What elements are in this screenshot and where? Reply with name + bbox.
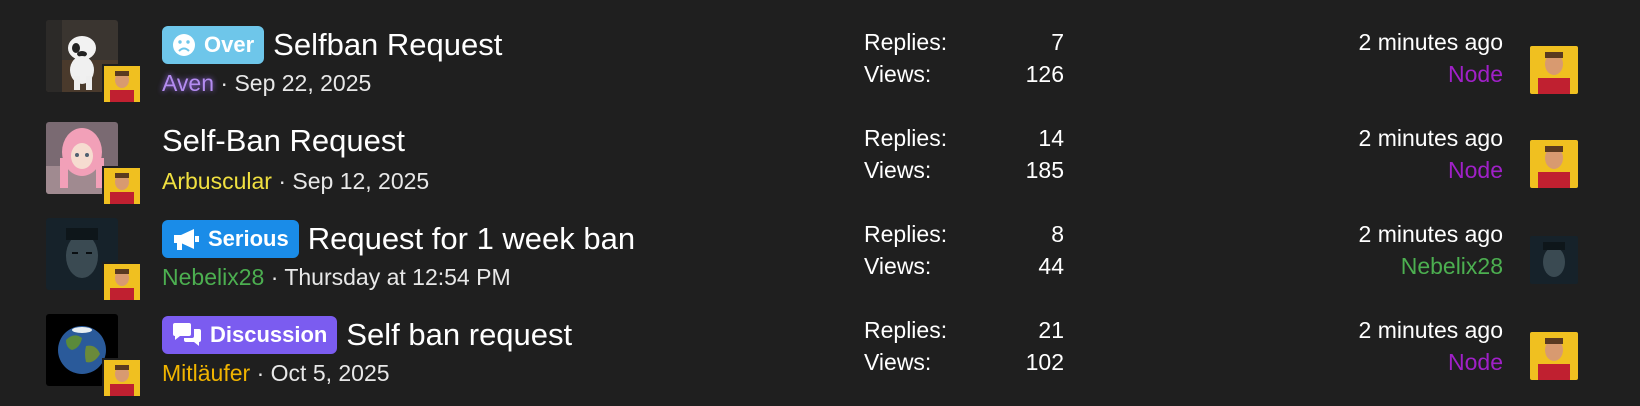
prefix-label: Serious bbox=[208, 226, 289, 251]
author-name[interactable]: Aven bbox=[162, 70, 214, 96]
author-name[interactable]: Arbuscular bbox=[162, 168, 272, 194]
thread-title-line: Over Selfban Request bbox=[162, 24, 502, 66]
views-count: 102 bbox=[1025, 349, 1064, 375]
start-date[interactable]: · Sep 22, 2025 bbox=[220, 70, 371, 96]
latest-post: 2 minutes ago Node bbox=[1359, 122, 1503, 186]
thread-row: Self-Ban Request Arbuscular · Sep 12, 20… bbox=[0, 96, 1640, 206]
thread-title[interactable]: Self-Ban Request bbox=[162, 123, 405, 159]
views-count: 126 bbox=[1025, 61, 1064, 87]
start-date[interactable]: · Thursday at 12:54 PM bbox=[271, 264, 511, 290]
thread-meta: Arbuscular · Sep 12, 2025 bbox=[162, 168, 429, 195]
replies-count: 21 bbox=[1038, 317, 1064, 343]
latest-time[interactable]: 2 minutes ago bbox=[1359, 314, 1503, 346]
latest-user-avatar[interactable] bbox=[1530, 236, 1578, 284]
author-name[interactable]: Mitläufer bbox=[162, 360, 250, 386]
thread-stats: Replies: 8 Views: 44 bbox=[864, 218, 1064, 282]
megaphone-icon bbox=[174, 229, 199, 250]
thread-title[interactable]: Request for 1 week ban bbox=[308, 221, 635, 257]
thread-title-line: Self-Ban Request bbox=[162, 120, 405, 162]
latest-time[interactable]: 2 minutes ago bbox=[1359, 218, 1503, 250]
latest-post: 2 minutes ago Node bbox=[1359, 26, 1503, 90]
thread-meta: Nebelix28 · Thursday at 12:54 PM bbox=[162, 264, 511, 291]
start-date[interactable]: · Oct 5, 2025 bbox=[257, 360, 390, 386]
thread-title-line: Serious Request for 1 week ban bbox=[162, 218, 635, 260]
latest-user[interactable]: Node bbox=[1359, 58, 1503, 90]
author-name[interactable]: Nebelix28 bbox=[162, 264, 264, 290]
views-label: Views: bbox=[864, 253, 932, 279]
views-label: Views: bbox=[864, 157, 932, 183]
replies-count: 8 bbox=[1051, 221, 1064, 247]
thread-title[interactable]: Selfban Request bbox=[273, 27, 502, 63]
latest-post: 2 minutes ago Node bbox=[1359, 314, 1503, 378]
prefix-badge[interactable]: Discussion bbox=[162, 316, 338, 354]
prefix-label: Over bbox=[204, 32, 255, 57]
thread-stats: Replies: 21 Views: 102 bbox=[864, 314, 1064, 378]
last-poster-mini-avatar[interactable] bbox=[102, 358, 142, 398]
latest-user[interactable]: Nebelix28 bbox=[1359, 250, 1503, 282]
start-date[interactable]: · Sep 12, 2025 bbox=[278, 168, 429, 194]
thread-row: Over Selfban Request Aven · Sep 22, 2025… bbox=[0, 0, 1640, 104]
thread-row: Serious Request for 1 week ban Nebelix28… bbox=[0, 192, 1640, 302]
frown-face-icon bbox=[173, 34, 195, 56]
prefix-badge[interactable]: Serious bbox=[162, 220, 299, 258]
latest-user-avatar[interactable] bbox=[1530, 332, 1578, 380]
replies-label: Replies: bbox=[864, 125, 948, 151]
replies-count: 14 bbox=[1038, 125, 1064, 151]
prefix-badge[interactable]: Over bbox=[162, 26, 265, 64]
replies-label: Replies: bbox=[864, 221, 948, 247]
latest-user[interactable]: Node bbox=[1359, 346, 1503, 378]
latest-post: 2 minutes ago Nebelix28 bbox=[1359, 218, 1503, 282]
chat-bubbles-icon bbox=[173, 323, 201, 346]
thread-title[interactable]: Self ban request bbox=[346, 317, 572, 353]
latest-time[interactable]: 2 minutes ago bbox=[1359, 26, 1503, 58]
prefix-label: Discussion bbox=[210, 322, 328, 347]
thread-stats: Replies: 14 Views: 185 bbox=[864, 122, 1064, 186]
thread-stats: Replies: 7 Views: 126 bbox=[864, 26, 1064, 90]
views-label: Views: bbox=[864, 61, 932, 87]
latest-user-avatar[interactable] bbox=[1530, 140, 1578, 188]
views-count: 185 bbox=[1025, 157, 1064, 183]
thread-meta: Mitläufer · Oct 5, 2025 bbox=[162, 360, 390, 387]
thread-row: Discussion Self ban request Mitläufer · … bbox=[0, 288, 1640, 398]
replies-label: Replies: bbox=[864, 29, 948, 55]
thread-meta: Aven · Sep 22, 2025 bbox=[162, 70, 371, 97]
latest-time[interactable]: 2 minutes ago bbox=[1359, 122, 1503, 154]
replies-label: Replies: bbox=[864, 317, 948, 343]
views-count: 44 bbox=[1038, 253, 1064, 279]
views-label: Views: bbox=[864, 349, 932, 375]
replies-count: 7 bbox=[1051, 29, 1064, 55]
latest-user-avatar[interactable] bbox=[1530, 46, 1578, 94]
latest-user[interactable]: Node bbox=[1359, 154, 1503, 186]
thread-title-line: Discussion Self ban request bbox=[162, 314, 572, 356]
